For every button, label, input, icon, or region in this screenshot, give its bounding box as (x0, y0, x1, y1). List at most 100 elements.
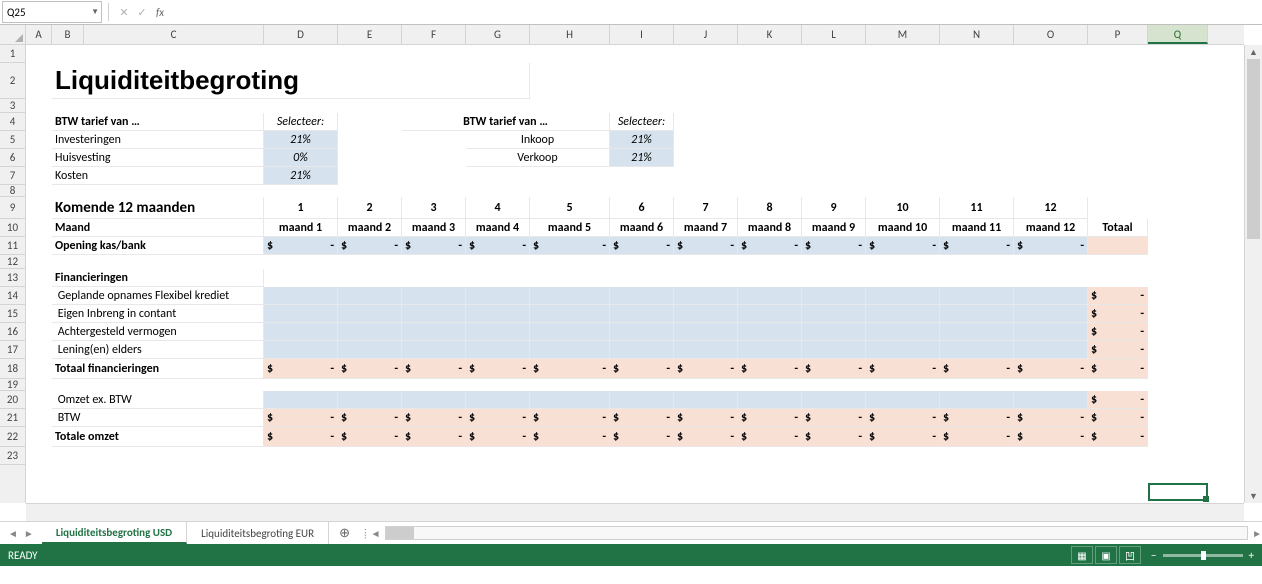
fin-1-F[interactable] (402, 305, 466, 323)
row-header-3[interactable]: 3 (0, 99, 25, 113)
scroll-up-icon[interactable]: ▲ (1245, 45, 1262, 59)
view-normal-icon[interactable]: ▦ (1071, 546, 1093, 564)
totomzet-L[interactable]: $- (802, 427, 866, 447)
month-num-8[interactable]: 9 (802, 197, 866, 219)
btw-right-label-0[interactable]: Inkoop (466, 131, 610, 149)
fin-0-I[interactable] (610, 287, 674, 305)
fin-0-G[interactable] (466, 287, 530, 305)
maand-col-5[interactable]: maand 6 (610, 219, 674, 237)
view-page-break-icon[interactable]: 凹 (1119, 546, 1141, 564)
fin-3-M[interactable] (866, 341, 940, 359)
maand-col-3[interactable]: maand 4 (466, 219, 530, 237)
totaal-header[interactable]: Totaal (1088, 219, 1148, 237)
zoom-slider[interactable] (1163, 554, 1243, 557)
formula-input[interactable] (169, 1, 1262, 23)
btw-left-label-2[interactable]: Kosten (52, 167, 264, 185)
fin-0-M[interactable] (866, 287, 940, 305)
totomzet-E[interactable]: $- (338, 427, 402, 447)
btw-F[interactable]: $- (402, 409, 466, 427)
col-header-O[interactable]: O (1014, 25, 1088, 44)
month-num-3[interactable]: 4 (466, 197, 530, 219)
omzet-I[interactable] (610, 391, 674, 409)
btw-right-label-1[interactable]: Verkoop (466, 149, 610, 167)
row-header-6[interactable]: 6 (0, 149, 25, 167)
fin-3-F[interactable] (402, 341, 466, 359)
totomzet-K[interactable]: $- (738, 427, 802, 447)
fx-icon[interactable]: fx (151, 6, 169, 19)
zoom-control[interactable]: − + (1151, 549, 1254, 562)
opening-3[interactable]: $- (466, 237, 530, 255)
scroll-down-icon[interactable]: ▼ (1245, 489, 1262, 503)
col-header-B[interactable]: B (52, 25, 84, 44)
fin-2-O[interactable] (1014, 323, 1088, 341)
fin-3-E[interactable] (338, 341, 402, 359)
opening-6[interactable]: $- (674, 237, 738, 255)
totomzet-M[interactable]: $- (866, 427, 940, 447)
fin-2-J[interactable] (674, 323, 738, 341)
btw-label[interactable]: BTW (52, 409, 264, 427)
row-header-7[interactable]: 7 (0, 167, 25, 185)
btw-left-label-0[interactable]: Investeringen (52, 131, 264, 149)
fin-3-O[interactable] (1014, 341, 1088, 359)
tab-nav-next-icon[interactable]: ► (24, 527, 34, 540)
opening-8[interactable]: $- (802, 237, 866, 255)
omzet-G[interactable] (466, 391, 530, 409)
fin-2-G[interactable] (466, 323, 530, 341)
fin-1-O[interactable] (1014, 305, 1088, 323)
totfin-K[interactable]: $- (738, 359, 802, 379)
hscroll-right-icon[interactable]: ► (1252, 527, 1262, 540)
col-header-K[interactable]: K (738, 25, 802, 44)
row-header-15[interactable]: 15 (0, 305, 25, 323)
btw-O[interactable]: $- (1014, 409, 1088, 427)
horizontal-scrollbar[interactable] (385, 526, 1249, 540)
cancel-icon[interactable]: ✕ (115, 6, 133, 19)
row-header-17[interactable]: 17 (0, 341, 25, 359)
opening-total[interactable] (1088, 237, 1148, 255)
row-header-14[interactable]: 14 (0, 287, 25, 305)
row-header-11[interactable]: 11 (0, 237, 25, 255)
omzet-J[interactable] (674, 391, 738, 409)
fin-3-I[interactable] (610, 341, 674, 359)
maand-label[interactable]: Maand (52, 219, 264, 237)
row-header-16[interactable]: 16 (0, 323, 25, 341)
row-header-20[interactable]: 20 (0, 391, 25, 409)
col-header-G[interactable]: G (466, 25, 530, 44)
opening-2[interactable]: $- (402, 237, 466, 255)
month-num-2[interactable]: 3 (402, 197, 466, 219)
totfin-M[interactable]: $- (866, 359, 940, 379)
cells-area[interactable]: LiquiditeitbegrotingBTW tarief van …Sele… (26, 45, 1244, 503)
fin-1-D[interactable] (264, 305, 338, 323)
btw-K[interactable]: $- (738, 409, 802, 427)
totfin-H[interactable]: $- (530, 359, 610, 379)
zoom-thumb[interactable] (1201, 551, 1206, 560)
fin-1-L[interactable] (802, 305, 866, 323)
omzet-total[interactable]: $- (1088, 391, 1148, 409)
fin-3-K[interactable] (738, 341, 802, 359)
btw-N[interactable]: $- (940, 409, 1014, 427)
opening-4[interactable]: $- (530, 237, 610, 255)
col-header-C[interactable]: C (84, 25, 264, 44)
row-header-1[interactable]: 1 (0, 45, 25, 63)
fin-3-L[interactable] (802, 341, 866, 359)
totaal-fin-label[interactable]: Totaal financieringen (52, 359, 264, 379)
fin-1-H[interactable] (530, 305, 610, 323)
month-num-6[interactable]: 7 (674, 197, 738, 219)
row-header-18[interactable]: 18 (0, 359, 25, 379)
row-header-22[interactable]: 22 (0, 427, 25, 447)
fin-3-H[interactable] (530, 341, 610, 359)
col-header-N[interactable]: N (940, 25, 1014, 44)
fin-2-N[interactable] (940, 323, 1014, 341)
col-header-L[interactable]: L (802, 25, 866, 44)
totomzet-O[interactable]: $- (1014, 427, 1088, 447)
btw-M[interactable]: $- (866, 409, 940, 427)
btw-right-header[interactable]: BTW tarief van … (402, 113, 610, 131)
vertical-scrollbar[interactable]: ▲ ▼ (1244, 45, 1262, 503)
row-header-9[interactable]: 9 (0, 197, 25, 219)
btw-H[interactable]: $- (530, 409, 610, 427)
sheet-tab-eur[interactable]: Liquiditeitsbegroting EUR (187, 522, 329, 544)
totfin-J[interactable]: $- (674, 359, 738, 379)
row-header-21[interactable]: 21 (0, 409, 25, 427)
fin-3-G[interactable] (466, 341, 530, 359)
selecteer-left[interactable]: Selecteer: (264, 113, 338, 131)
btw-total[interactable]: $- (1088, 409, 1148, 427)
